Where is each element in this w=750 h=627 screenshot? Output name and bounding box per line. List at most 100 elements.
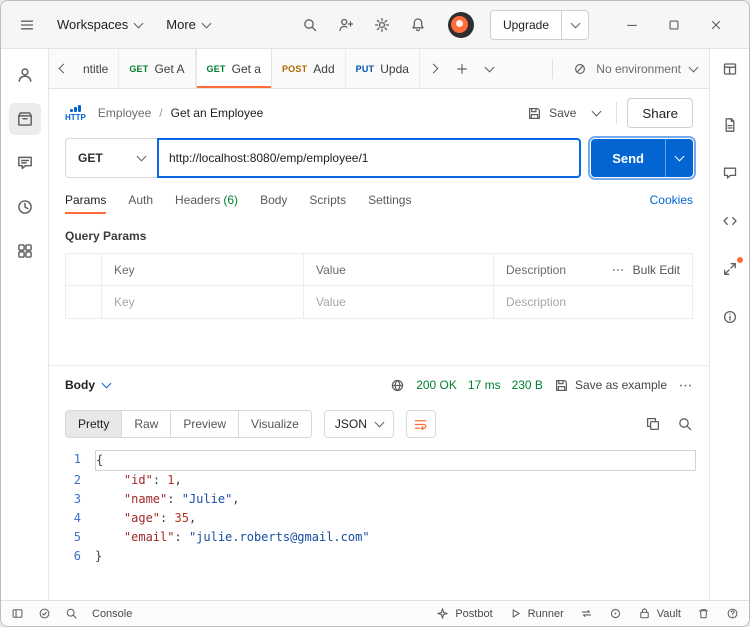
tab-auth[interactable]: Auth	[128, 183, 153, 217]
invite-button[interactable]	[332, 11, 360, 39]
tab-label: Headers	[175, 193, 220, 207]
environment-label: No environment	[596, 62, 681, 76]
query-params-table: Key Value Description Bulk Edit Key	[65, 253, 693, 319]
param-key-input[interactable]: Key	[102, 286, 304, 318]
code-snippet-button[interactable]	[718, 209, 742, 233]
sidebar-item-history[interactable]	[9, 191, 41, 223]
environment-selector[interactable]: No environment	[561, 49, 709, 88]
maximize-button[interactable]	[653, 9, 695, 41]
tab-get-an-employee-active[interactable]: GET Get a	[196, 49, 272, 88]
notification-dot	[737, 257, 743, 263]
save-as-example-button[interactable]: Save as example	[554, 378, 667, 393]
vault-button[interactable]: Vault	[638, 607, 681, 620]
workspaces-menu[interactable]: Workspaces	[49, 10, 150, 40]
json-comma: ,	[189, 511, 196, 525]
tab-headers[interactable]: Headers (6)	[175, 183, 238, 217]
send-button[interactable]: Send	[591, 139, 665, 177]
capture-requests-button[interactable]	[580, 607, 593, 620]
copy-icon[interactable]	[645, 416, 661, 432]
url-input[interactable]	[157, 138, 581, 178]
environment-quick-look[interactable]	[722, 49, 738, 89]
sidebar-item-comments[interactable]	[9, 147, 41, 179]
response-view-selector[interactable]: Body	[65, 378, 110, 392]
sidebar-item-apps[interactable]	[9, 235, 41, 267]
tab-settings[interactable]: Settings	[368, 183, 411, 217]
globe-icon[interactable]	[390, 378, 405, 393]
tab-body[interactable]: Body	[260, 183, 287, 217]
param-value-input[interactable]: Value	[304, 286, 494, 318]
connection-status-button[interactable]	[38, 607, 51, 620]
response-options-icon[interactable]	[678, 378, 693, 393]
hamburger-icon	[19, 17, 35, 33]
upgrade-options-button[interactable]	[562, 11, 588, 39]
find-button[interactable]	[65, 607, 78, 620]
code-line: 4 "age": 35,	[49, 509, 709, 528]
notifications-button[interactable]	[404, 11, 432, 39]
tab-options-button[interactable]	[476, 49, 504, 88]
params-header-row: Key Value Description Bulk Edit	[66, 254, 692, 286]
search-icon[interactable]	[677, 416, 693, 432]
search-button[interactable]	[296, 11, 324, 39]
response-body-editor[interactable]: 1 { 2 "id": 1, 3 "name": "Julie",	[49, 444, 709, 600]
column-header-description: Description Bulk Edit	[494, 254, 692, 285]
postbot-button[interactable]: Postbot	[436, 607, 492, 620]
runner-button[interactable]: Runner	[509, 607, 564, 620]
tab-add[interactable]: POST Add	[272, 49, 346, 88]
chevron-down-icon	[689, 62, 699, 72]
vault-label: Vault	[657, 608, 681, 620]
breadcrumb: HTTP Employee / Get an Employee Save Sha…	[49, 89, 709, 137]
response-meta: 200 OK 17 ms 230 B Save as example	[390, 378, 693, 393]
close-button[interactable]	[695, 9, 737, 41]
comments-button[interactable]	[718, 161, 742, 185]
line-number: 3	[49, 490, 95, 509]
tab-params[interactable]: Params	[65, 183, 106, 217]
save-button[interactable]: Save	[527, 106, 576, 121]
info-button[interactable]	[718, 305, 742, 329]
chevron-down-icon	[102, 379, 112, 389]
json-comma: ,	[232, 492, 239, 506]
trash-button[interactable]	[697, 607, 710, 620]
more-menu[interactable]: More	[158, 10, 218, 40]
toggle-sidebar-button[interactable]	[11, 607, 24, 620]
runner-label: Runner	[528, 608, 564, 620]
upgrade-button[interactable]: Upgrade	[491, 11, 562, 39]
new-tab-button[interactable]	[448, 49, 476, 88]
sidebar-item-collections[interactable]	[9, 103, 41, 135]
wrap-lines-button[interactable]	[406, 410, 436, 438]
share-button[interactable]: Share	[627, 98, 693, 128]
minimize-button[interactable]	[611, 9, 653, 41]
console-label: Console	[92, 608, 132, 620]
comment-icon	[722, 165, 738, 181]
method-selector[interactable]: GET	[65, 138, 157, 178]
code-content: {	[95, 450, 696, 471]
save-options-button[interactable]	[586, 99, 606, 127]
postbot-icon	[436, 607, 449, 620]
more-options-icon[interactable]	[611, 263, 625, 277]
breadcrumb-collection[interactable]: Employee	[98, 106, 151, 120]
request-info-button[interactable]	[718, 257, 742, 281]
chevron-right-icon	[429, 64, 439, 74]
view-pretty[interactable]: Pretty	[66, 411, 122, 437]
main-menu-button[interactable]	[13, 11, 41, 39]
method-badge: GET	[207, 64, 226, 74]
view-preview[interactable]: Preview	[171, 411, 239, 437]
scroll-tabs-left-button[interactable]	[49, 49, 77, 88]
tab-update[interactable]: PUT Upda	[346, 49, 420, 88]
view-visualize[interactable]: Visualize	[239, 411, 311, 437]
sidebar-item-profile[interactable]	[9, 59, 41, 91]
cookies-link[interactable]: Cookies	[650, 193, 693, 207]
documentation-button[interactable]	[718, 113, 742, 137]
bulk-edit-button[interactable]: Bulk Edit	[633, 263, 680, 277]
console-button[interactable]: Console	[92, 608, 132, 620]
scroll-tabs-right-button[interactable]	[420, 49, 448, 88]
tab-scripts[interactable]: Scripts	[309, 183, 346, 217]
param-description-input[interactable]: Description	[494, 286, 692, 318]
agent-selector-button[interactable]	[609, 607, 622, 620]
tab-get-a[interactable]: GET Get A	[119, 49, 195, 88]
send-options-button[interactable]	[665, 139, 693, 177]
help-button[interactable]	[726, 607, 739, 620]
tab-untitled[interactable]: ntitle	[77, 49, 119, 88]
view-raw[interactable]: Raw	[122, 411, 171, 437]
settings-button[interactable]	[368, 11, 396, 39]
format-selector[interactable]: JSON	[324, 410, 394, 438]
